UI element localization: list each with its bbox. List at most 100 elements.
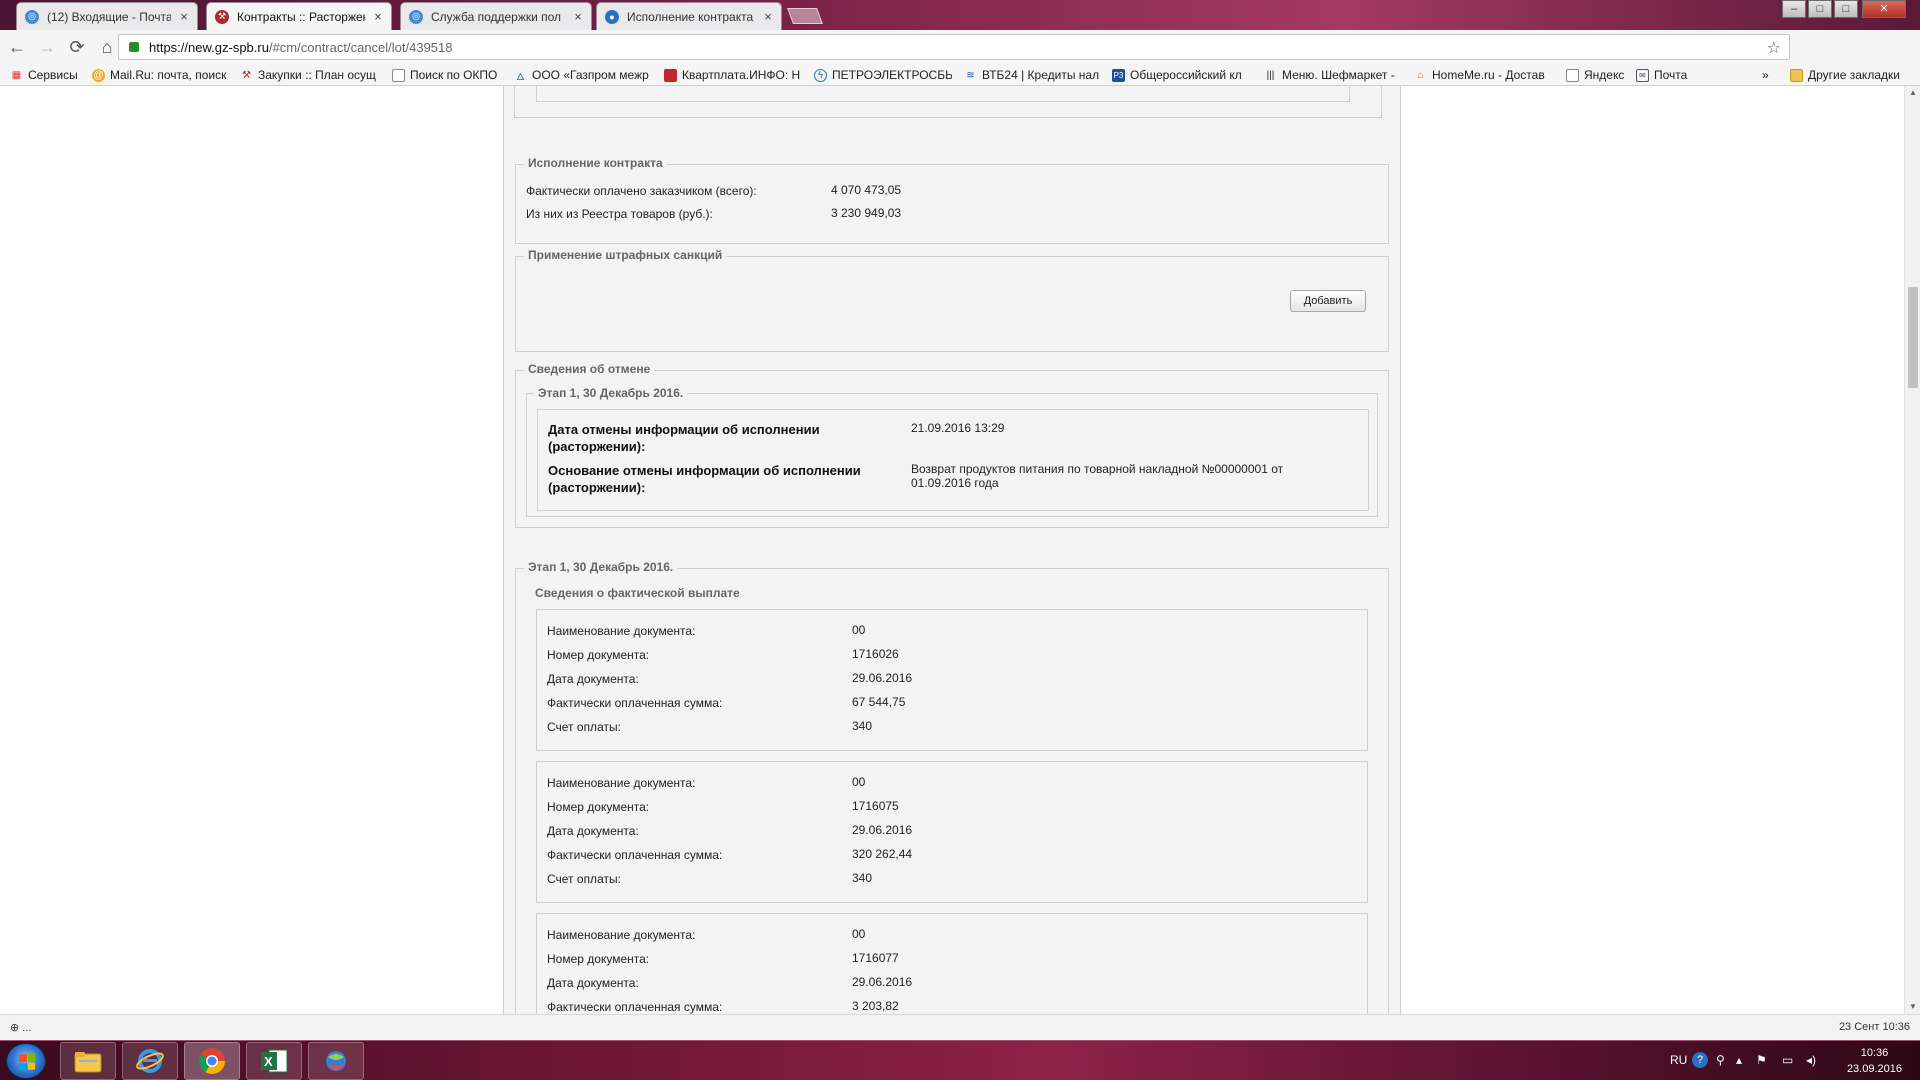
bookmark-zakupki[interactable]: ⚒ Закупки :: План осущ bbox=[240, 67, 378, 83]
paid-total-label: Фактически оплачено заказчиком (всего): bbox=[526, 184, 757, 198]
add-penalty-button[interactable]: Добавить bbox=[1290, 290, 1366, 312]
minimize-button[interactable]: – bbox=[1782, 0, 1806, 18]
cancel-reason-value: Возврат продуктов питания по товарной на… bbox=[911, 462, 1284, 490]
bookmark-star-icon[interactable]: ☆ bbox=[1767, 38, 1781, 58]
language-indicator[interactable]: RU bbox=[1670, 1053, 1687, 1067]
chrome-icon bbox=[198, 1048, 226, 1075]
tab-label: Исполнение контракта bbox=[627, 9, 754, 24]
doc-name-label: Наименование документа: bbox=[547, 624, 696, 638]
start-button[interactable] bbox=[6, 1043, 46, 1079]
help-icon[interactable]: ? bbox=[1692, 1052, 1708, 1068]
menu-bars-icon: ||| bbox=[1266, 69, 1275, 81]
tray-app-icon[interactable]: ⚲ bbox=[1716, 1053, 1725, 1067]
content-column: Исполнение контракта Фактически оплачено… bbox=[503, 86, 1401, 1014]
bookmark-petroelektrosbyt[interactable]: ϟ ПЕТРОЭЛЕКТРОСБЫТ bbox=[814, 67, 952, 83]
previous-inner-box bbox=[536, 86, 1350, 102]
cancel-date-label: Дата отмены информации об исполнении (ра… bbox=[548, 422, 820, 454]
bookmarks-more-button[interactable]: » bbox=[1762, 67, 1776, 83]
tab-close-icon[interactable]: × bbox=[571, 9, 585, 24]
stage-legend: Этап 1, 30 Декабрь 2016. bbox=[524, 560, 678, 574]
account-label: Счет оплаты: bbox=[547, 872, 621, 886]
network-icon[interactable]: ▭ bbox=[1782, 1053, 1793, 1067]
home-button[interactable]: ⌂ bbox=[94, 34, 120, 60]
bookmark-label: Квартплата.ИНФО: Н bbox=[682, 68, 800, 82]
clock[interactable]: 10:36 23.09.2016 bbox=[1847, 1045, 1902, 1077]
new-tab-button[interactable] bbox=[787, 8, 823, 24]
bookmark-chefmarket[interactable]: ||| Меню. Шефмаркет - bbox=[1264, 67, 1400, 83]
maximize-button[interactable]: □ bbox=[1808, 0, 1832, 18]
classifier-icon: P3 bbox=[1112, 68, 1125, 82]
doc-number-value: 1716026 bbox=[852, 647, 899, 661]
bookmark-label: Яндекс bbox=[1584, 68, 1625, 82]
doc-name-label: Наименование документа: bbox=[547, 776, 696, 790]
tab-close-icon[interactable]: × bbox=[761, 9, 775, 24]
taskbar-excel[interactable]: X bbox=[246, 1042, 302, 1080]
tab-inbox[interactable]: ◎ (12) Входящие - Почта M × bbox=[16, 2, 198, 30]
tab-close-icon[interactable]: × bbox=[177, 9, 191, 24]
tray-expand-icon[interactable]: ▴ bbox=[1736, 1053, 1742, 1067]
flag-icon[interactable]: ⚑ bbox=[1756, 1053, 1767, 1067]
cancel-date-value: 21.09.2016 13:29 bbox=[911, 421, 1005, 435]
globe-icon: ● bbox=[605, 9, 619, 24]
scrollbar-thumb[interactable] bbox=[1908, 287, 1918, 388]
doc-number-label: Номер документа: bbox=[547, 952, 650, 966]
volume-icon[interactable]: ◂) bbox=[1806, 1053, 1816, 1067]
scroll-up-icon[interactable]: ▲ bbox=[1905, 86, 1920, 100]
browser-tab-strip: ◎ (12) Входящие - Почта M × ⚒ Контракты … bbox=[0, 0, 1920, 30]
bookmark-kvartplata[interactable]: Квартплата.ИНФО: Н bbox=[664, 67, 800, 83]
penalties-section bbox=[515, 256, 1389, 352]
tab-execution[interactable]: ● Исполнение контракта × bbox=[596, 2, 782, 30]
folder-icon bbox=[1790, 68, 1803, 82]
bookmark-okpo[interactable]: Поиск по ОКПО bbox=[392, 67, 504, 83]
other-bookmarks-folder[interactable]: Другие закладки bbox=[1790, 67, 1920, 83]
bookmark-gazprom[interactable]: 🜂 ООО «Газпром межр bbox=[514, 67, 652, 83]
doc-number-label: Номер документа: bbox=[547, 648, 650, 662]
close-window-button[interactable]: ✕ bbox=[1862, 0, 1906, 18]
page-scrollbar[interactable]: ▲ ▼ bbox=[1904, 86, 1920, 1014]
bookmark-services[interactable]: ▦ Сервисы bbox=[10, 67, 85, 83]
bookmark-yandex[interactable]: Яндекс bbox=[1566, 67, 1626, 83]
account-value: 340 bbox=[852, 719, 873, 733]
bookmark-label: Другие закладки bbox=[1808, 68, 1900, 82]
shield-icon bbox=[664, 68, 677, 82]
forward-button[interactable]: → bbox=[34, 34, 60, 60]
bookmark-homeme[interactable]: ⌂ HomeMe.ru - Достав bbox=[1414, 67, 1552, 83]
bookmark-label: Закупки :: План осущ bbox=[258, 68, 376, 82]
flame-icon: 🜂 bbox=[516, 71, 525, 83]
reload-button[interactable]: ⟳ bbox=[64, 34, 90, 60]
tab-close-icon[interactable]: × bbox=[371, 9, 385, 24]
clock-time: 10:36 bbox=[1860, 1047, 1889, 1059]
bookmark-vtb24[interactable]: ≋ ВТБ24 | Кредиты нал bbox=[964, 67, 1102, 83]
url-host: https://new.gz-spb.ru bbox=[149, 39, 269, 55]
taskbar-explorer[interactable] bbox=[60, 1042, 116, 1080]
taskbar-chrome[interactable] bbox=[184, 1042, 240, 1080]
doc-date-value: 29.06.2016 bbox=[852, 975, 913, 989]
scroll-down-icon[interactable]: ▼ bbox=[1905, 1000, 1920, 1014]
bookmark-label: Поиск по ОКПО bbox=[410, 68, 498, 82]
network-app-icon bbox=[326, 1051, 346, 1071]
bookmark-pochta[interactable]: ✉ Почта bbox=[1636, 67, 1696, 83]
bookmark-label: Сервисы bbox=[28, 68, 78, 82]
back-button[interactable]: ← bbox=[4, 34, 30, 60]
amount-label: Фактически оплаченная сумма: bbox=[547, 1000, 723, 1014]
windows-taskbar: X RU ? ⚲ ▴ ⚑ ▭ ◂) 10:36 23.09.2016 bbox=[0, 1040, 1920, 1080]
mail-icon: ✉ bbox=[1636, 68, 1649, 82]
payments-title: Сведения о фактической выплате bbox=[535, 586, 740, 600]
page-icon bbox=[392, 68, 405, 82]
energy-icon: ϟ bbox=[814, 68, 827, 82]
taskbar-app[interactable] bbox=[308, 1042, 364, 1080]
restore-button[interactable]: □ bbox=[1834, 0, 1858, 18]
doc-number-value: 1716077 bbox=[852, 951, 899, 965]
page-icon bbox=[1566, 68, 1579, 82]
status-bar: ⊕ ... 23 Сент 10:36 bbox=[0, 1014, 1920, 1040]
bookmark-mailru[interactable]: @ Mail.Ru: почта, поиск bbox=[92, 67, 228, 83]
bookmark-okved[interactable]: P3 Общероссийский кл bbox=[1112, 67, 1250, 83]
vtb-icon: ≋ bbox=[966, 69, 975, 81]
taskbar-ie[interactable] bbox=[122, 1042, 178, 1080]
svg-text:X: X bbox=[264, 1054, 273, 1069]
tab-contracts[interactable]: ⚒ Контракты :: Расторжен × bbox=[206, 2, 392, 30]
tab-support[interactable]: ◎ Служба поддержки пол × bbox=[400, 2, 592, 30]
doc-name-value: 00 bbox=[852, 775, 866, 789]
registry-paid-label: Из них из Реестра товаров (руб.): bbox=[526, 207, 713, 221]
address-bar[interactable]: https://new.gz-spb.ru/#cm/contract/cance… bbox=[118, 34, 1790, 60]
